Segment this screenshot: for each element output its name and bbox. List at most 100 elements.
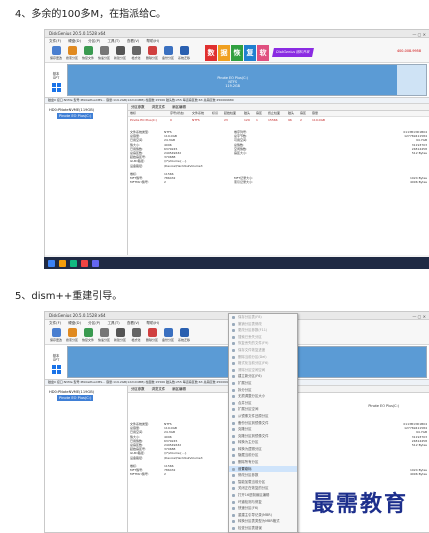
context-menu-item[interactable]: 删除当前分区(Del) [229, 354, 297, 361]
explorer-icon[interactable] [59, 259, 66, 267]
context-menu-item[interactable]: 格式化当前分区(F6) [229, 360, 297, 367]
window-controls[interactable]: — ▢ ✕ [412, 313, 426, 320]
menu-partition[interactable]: 分区(P) [88, 39, 100, 43]
chrome-icon[interactable] [81, 259, 88, 267]
tab-partition-params[interactable]: 分区参数 [131, 105, 145, 109]
context-menu-item[interactable]: 修改分区参数 [229, 472, 297, 479]
partition-details: 分区参数 浏览文件 扇区编辑 卷标 序号(状态) 文件系统 标识 起始柱面 磁头… [128, 104, 429, 255]
context-menu-item[interactable]: 快速分区(F6) [229, 505, 297, 512]
menu-tools[interactable]: 工具(T) [107, 321, 119, 325]
search-partition-button[interactable]: 搜索分区 [64, 45, 80, 62]
context-menu-item[interactable]: 备份分区到镜像文件 [229, 420, 297, 427]
tab-sector-edit[interactable]: 扇区编辑 [172, 387, 186, 391]
context-menu-item[interactable]: 删除所有分区 [229, 459, 297, 466]
context-menu-item[interactable]: 克隆分区到镜像文件 [229, 433, 297, 440]
menu-disk[interactable]: 硬盘(D) [68, 321, 81, 325]
menu-file[interactable]: 文件(F) [49, 321, 61, 325]
context-menu-item[interactable]: 合并分区 [229, 400, 297, 407]
tab-browse-files[interactable]: 浏览文件 [152, 105, 166, 109]
context-menu-item[interactable]: 更改分区参数(F11) [229, 327, 297, 334]
menu-partition[interactable]: 分区(P) [88, 321, 100, 325]
table-row[interactable]: Pinote EO Plus(C:) 0 NTFS 23 129 1 15566… [128, 117, 429, 123]
migrate-button[interactable]: 系统迁移 [176, 327, 192, 344]
context-menu: 保存分区表(F8) 撤销分区表修改 更改分区参数(F11) 搜索已丢失分区 恢复丢失的文… [228, 313, 298, 533]
menu-view[interactable]: 查看(V) [127, 39, 139, 43]
disk-icon [99, 46, 109, 55]
window-controls[interactable]: — ▢ ✕ [412, 31, 426, 38]
context-menu-item[interactable]: 坏道检测与修复 [229, 499, 297, 506]
window-title: DiskGenius 20.5.0.1528 x64 [49, 31, 106, 36]
context-menu-item[interactable]: 重建主引导记录(MBR) [229, 512, 297, 519]
menu-help[interactable]: 帮助(H) [146, 321, 159, 325]
detail-tabs: 分区参数 浏览文件 扇区编辑 [128, 104, 429, 111]
backup-partition-button[interactable]: 备份分区 [160, 45, 176, 62]
menu-disk[interactable]: 硬盘(D) [68, 39, 81, 43]
ad-phone: 400-008-9958 [396, 49, 421, 53]
context-menu-item[interactable]: 撤销分区表修改 [229, 321, 297, 328]
delete-partition-button[interactable]: 删除分区 [144, 327, 160, 344]
watermark-text: 最需教育 [312, 491, 409, 517]
new-partition-button[interactable]: 新建分区 [112, 327, 128, 344]
context-menu-item[interactable]: 拆分分区 [229, 387, 297, 394]
search-partition-button[interactable]: 搜索分区 [64, 327, 80, 344]
menu-help[interactable]: 帮助(H) [146, 39, 159, 43]
format-button[interactable]: 格式化 [128, 45, 144, 62]
context-menu-item[interactable]: 搜索已丢失分区 [229, 334, 297, 341]
windows-icon [51, 365, 61, 374]
context-menu-item[interactable]: 从镜像文件还原分区 [229, 413, 297, 420]
taskbar [44, 257, 429, 269]
tab-partition-params[interactable]: 分区参数 [131, 387, 145, 391]
recover-files-button[interactable]: 恢复文件 [80, 327, 96, 344]
context-menu-item[interactable]: 扩展分区 [229, 380, 297, 387]
menu-view[interactable]: 查看(V) [127, 321, 139, 325]
context-menu-item[interactable]: 转换为逻辑分区 [229, 446, 297, 453]
recover-files-button[interactable]: 恢复文件 [80, 45, 96, 62]
context-menu-item[interactable]: 隐藏当前分区 [229, 452, 297, 459]
context-menu-item[interactable]: 建立新分区(F6) [229, 373, 297, 380]
quick-partition-button[interactable]: 快速分区 [96, 327, 112, 344]
context-menu-item[interactable]: 转换为主分区 [229, 439, 297, 446]
context-menu-item[interactable]: 智能加载当前分区 [229, 479, 297, 486]
start-icon[interactable] [48, 259, 55, 267]
window-title: DiskGenius 20.5.0.1528 x64 [49, 313, 106, 318]
diskgenius-taskbar-icon[interactable] [92, 259, 99, 267]
save-button[interactable]: 保存更改 [48, 327, 64, 344]
delete-partition-button[interactable]: 删除分区 [144, 45, 160, 62]
context-menu-item[interactable]: 打开16进制扇区编辑 [229, 492, 297, 499]
migrate-icon [179, 328, 189, 337]
tab-sector-edit[interactable]: 扇区编辑 [172, 105, 186, 109]
tree-partition-c[interactable]: Pinote EO Plus(C:) [57, 395, 94, 401]
tab-browse-files[interactable]: 浏览文件 [152, 387, 166, 391]
new-partition-button[interactable]: 新建分区 [112, 45, 128, 62]
app-icon[interactable] [70, 259, 77, 267]
menu-tools[interactable]: 工具(T) [107, 39, 119, 43]
context-menu-item[interactable]: 克隆分区 [229, 426, 297, 433]
partition-properties: 文件系统类型:NTFS卷序列号:0113B13D1B04总容量:119.0GB总… [130, 130, 427, 184]
context-menu-item[interactable]: 设置卷标 [229, 465, 297, 473]
save-button[interactable]: 保存更改 [48, 45, 64, 62]
partition-segment-c[interactable]: Pinote EO Plus(C:) NTFS 119.2GB [68, 65, 398, 95]
context-menu-item[interactable]: 关闭正在恢复的分区 [229, 485, 297, 492]
tree-partition-c[interactable]: Pinote EO Plus(C:) [57, 113, 94, 119]
menu-file[interactable]: 文件(F) [49, 39, 61, 43]
unallocated-segment[interactable] [397, 65, 426, 95]
quick-partition-button[interactable]: 快速分区 [96, 45, 112, 62]
property-value: 2 [164, 472, 166, 477]
disk-label: 基本 GPT [45, 63, 67, 97]
ad-banner[interactable]: 数 据 恢 复 软 [205, 45, 269, 61]
format-button[interactable]: 格式化 [128, 327, 144, 344]
context-menu-item[interactable]: 保存分区表(F8) [229, 314, 297, 321]
context-menu-item[interactable]: 扩展分区空间 [229, 406, 297, 413]
migrate-button[interactable]: 系统迁移 [176, 45, 192, 62]
context-menu-item[interactable]: 恢复丢失的文件(F9) [229, 340, 297, 347]
context-menu-item[interactable]: 转换分区表类型为MBR格式 [229, 518, 297, 525]
property-key: MFTMirr簇号: [130, 180, 149, 185]
disk-map: 基本 GPT Pinote EO Plus(C:) NTFS 119.2GB [45, 63, 429, 98]
partition-bar[interactable]: Pinote EO Plus(C:) NTFS 119.2GB [67, 64, 427, 96]
context-menu-item[interactable]: 保存文件恢复进度 [229, 347, 297, 354]
property-value: 4096 Bytes [409, 472, 427, 477]
disk-tree: HD0:PNoteNVME(119GB) Pinote EO Plus(C:) [45, 104, 128, 255]
backup-partition-button[interactable]: 备份分区 [160, 327, 176, 344]
context-menu-item[interactable]: 无损调整分区大小 [229, 393, 297, 400]
context-menu-item[interactable]: 清除分区空闲空间 [229, 367, 297, 374]
